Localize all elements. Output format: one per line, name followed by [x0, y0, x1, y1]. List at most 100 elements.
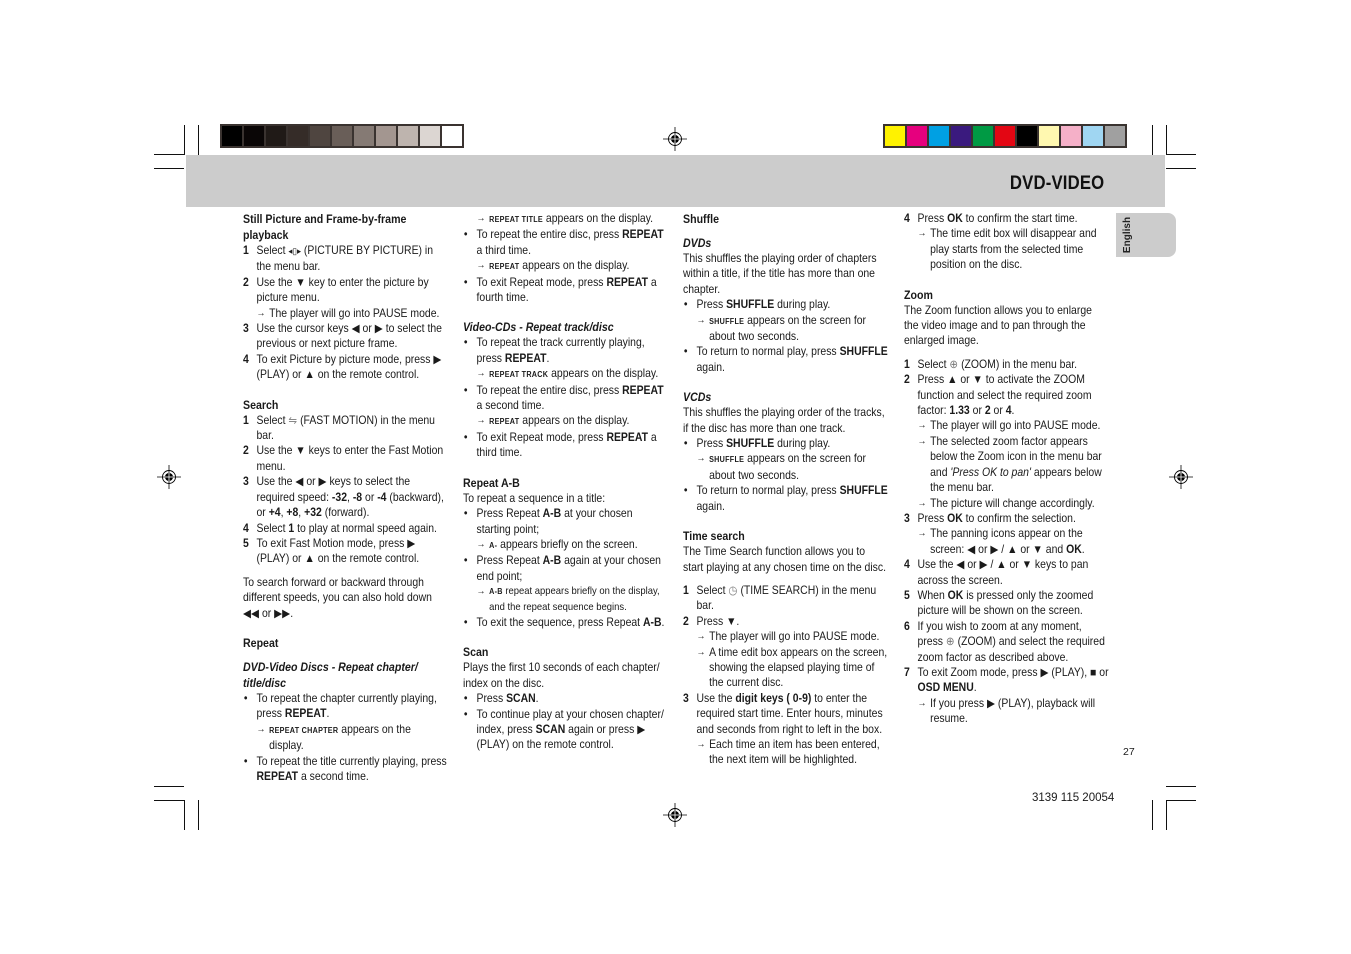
inline-text: •: [243, 754, 248, 768]
inline-text: a second time.: [300, 769, 369, 783]
inline-text: Select: [256, 521, 286, 535]
section-heading: Repeat A-B: [463, 475, 520, 490]
inline-text: →: [476, 260, 486, 272]
bullet-item: • To return to normal play, press SHUFFL…: [683, 483, 888, 514]
crop-mark: [1166, 154, 1196, 155]
inline-text: 3: [243, 322, 249, 336]
step: 5 To exit Fast Motion mode, press ▶ (PLA…: [243, 536, 448, 567]
inline-text: •: [463, 383, 468, 397]
step: 1 Select ⊕ (ZOOM) in the menu bar.: [904, 357, 1109, 372]
page-number: 27: [1123, 746, 1135, 758]
crop-mark: [198, 125, 199, 157]
bullet-item: • Press Repeat A-B at your chosen starti…: [463, 506, 668, 537]
section-heading: Repeat: [243, 635, 279, 650]
inline-text: •: [463, 228, 468, 242]
result-note: → A- appears briefly on the screen.: [463, 537, 668, 553]
emphasis-text: -4: [377, 490, 387, 504]
color-swatch: [973, 126, 993, 146]
emphasis-text: OSD MENU: [917, 681, 974, 695]
color-swatch: [442, 126, 462, 146]
intro-text: Plays the first 10 seconds of each chapt…: [463, 661, 660, 690]
inline-text: REPEAT: [489, 417, 520, 427]
inline-text: 5: [904, 588, 910, 602]
inline-text: to play at normal speed again.: [297, 521, 437, 535]
result-note: → A-B repeat appears briefly on the displ…: [463, 584, 668, 615]
inline-text: →: [917, 420, 927, 432]
page-title: DVD-VIDEO: [1009, 173, 1104, 194]
inline-text: A time edit box appears on the screen, s…: [709, 645, 888, 690]
inline-text: (forward).: [324, 506, 370, 520]
inline-text: (PLAY) on the remote control.: [476, 738, 614, 752]
crop-mark: [198, 800, 199, 830]
inline-text: The player will go into PAUSE mode.: [709, 630, 880, 644]
inline-text: →: [256, 307, 266, 319]
emphasis-text: A-B: [542, 554, 562, 568]
inline-text: on the remote control.: [317, 368, 420, 382]
search-note: To search forward or backward through di…: [243, 575, 432, 620]
inline-text: again.: [696, 360, 725, 374]
section-heading: Scan: [463, 645, 489, 660]
inline-text: 4: [904, 212, 910, 225]
inline-text: •: [243, 691, 248, 705]
left-arrow-icon: ◀: [351, 322, 360, 336]
step: 1 Select ◷ (TIME SEARCH) in the menu bar…: [683, 583, 888, 614]
result-note: → The panning icons appear on the screen:…: [917, 527, 1085, 556]
emphasis-text: SHUFFLE: [726, 298, 775, 312]
inline-text: A-: [489, 540, 498, 550]
emphasis-text: REPEAT: [284, 707, 327, 721]
section-heading: Still Picture and Frame-by-frame playbac…: [243, 212, 407, 242]
bullet-item: • To exit Repeat mode, press REPEAT a fo…: [463, 275, 668, 306]
inline-text: (PLAY),: [1051, 665, 1088, 679]
inline-text: or: [978, 542, 988, 556]
bullet-item: • To repeat the chapter currently playin…: [243, 691, 437, 721]
crop-mark: [154, 154, 184, 155]
inline-text: Press: [696, 437, 724, 451]
play-icon: ▶: [407, 536, 416, 550]
result-note: → REPEAT TITLE appears on the display.: [463, 211, 668, 227]
inline-text: •: [683, 345, 688, 359]
inline-text: or: [972, 404, 982, 418]
inline-text: 3: [904, 511, 910, 525]
zoom-icon: ⊕: [949, 357, 959, 371]
result-note: → The player will go into PAUSE mode.: [243, 306, 448, 321]
section-repeat: Repeat DVD-Video Discs - Repeat chapter/…: [243, 635, 448, 784]
subsection-heading: Video-CDs - Repeat track/disc: [463, 320, 614, 335]
inline-text: or: [1020, 542, 1030, 556]
bullet-item: • Press SCAN.: [463, 691, 668, 706]
bullet-item: • To repeat the track currently playing,…: [463, 336, 645, 365]
color-swatch: [398, 126, 418, 146]
inline-text: on the remote control.: [317, 552, 420, 566]
down-arrow-icon: ▼: [1032, 542, 1043, 556]
inline-text: Select: [256, 244, 286, 257]
crop-mark: [1166, 800, 1196, 801]
step: 1 Select ⇋ (FAST MOTION) in the menu bar…: [243, 413, 448, 444]
color-swatch: [420, 126, 440, 146]
crop-mark: [154, 786, 184, 787]
result-note: → REPEAT CHAPTER appears on the display.: [243, 722, 448, 754]
inline-text: •: [463, 615, 468, 629]
inline-text: or: [306, 475, 316, 489]
emphasis-text: -8: [352, 490, 363, 504]
step: 5 When OK is pressed only the zoomed pic…: [904, 588, 1109, 619]
inline-text: To repeat the chapter currently playing,…: [256, 691, 437, 721]
inline-text: →: [476, 368, 486, 380]
intro-text: To repeat a sequence in a title:: [463, 491, 606, 505]
inline-text: •: [463, 692, 468, 706]
inline-text: again or press: [568, 722, 635, 736]
play-icon: ▶: [637, 722, 646, 736]
inline-text: or: [1099, 665, 1109, 679]
emphasis-text: OK: [947, 588, 964, 602]
crop-mark: [184, 125, 185, 155]
bullet-item: • To exit the sequence, press Repeat A-B…: [463, 615, 668, 630]
bullet-item: • To continue play at your chosen chapte…: [463, 707, 668, 753]
section-search: Search 1 Select ⇋ (FAST MOTION) in the m…: [243, 397, 448, 621]
emphasis-text: +32: [304, 506, 322, 520]
left-arrow-icon: ◀: [967, 542, 976, 556]
result-note: → REPEAT appears on the display.: [463, 258, 668, 274]
emphasis-text: SCAN: [506, 692, 536, 706]
inline-text: To exit the sequence, press Repeat: [476, 615, 641, 629]
inline-text: appears on the display.: [551, 367, 659, 381]
inline-text: Press: [696, 298, 724, 312]
inline-text: When: [917, 588, 945, 602]
emphasis-text: OK: [947, 511, 963, 525]
